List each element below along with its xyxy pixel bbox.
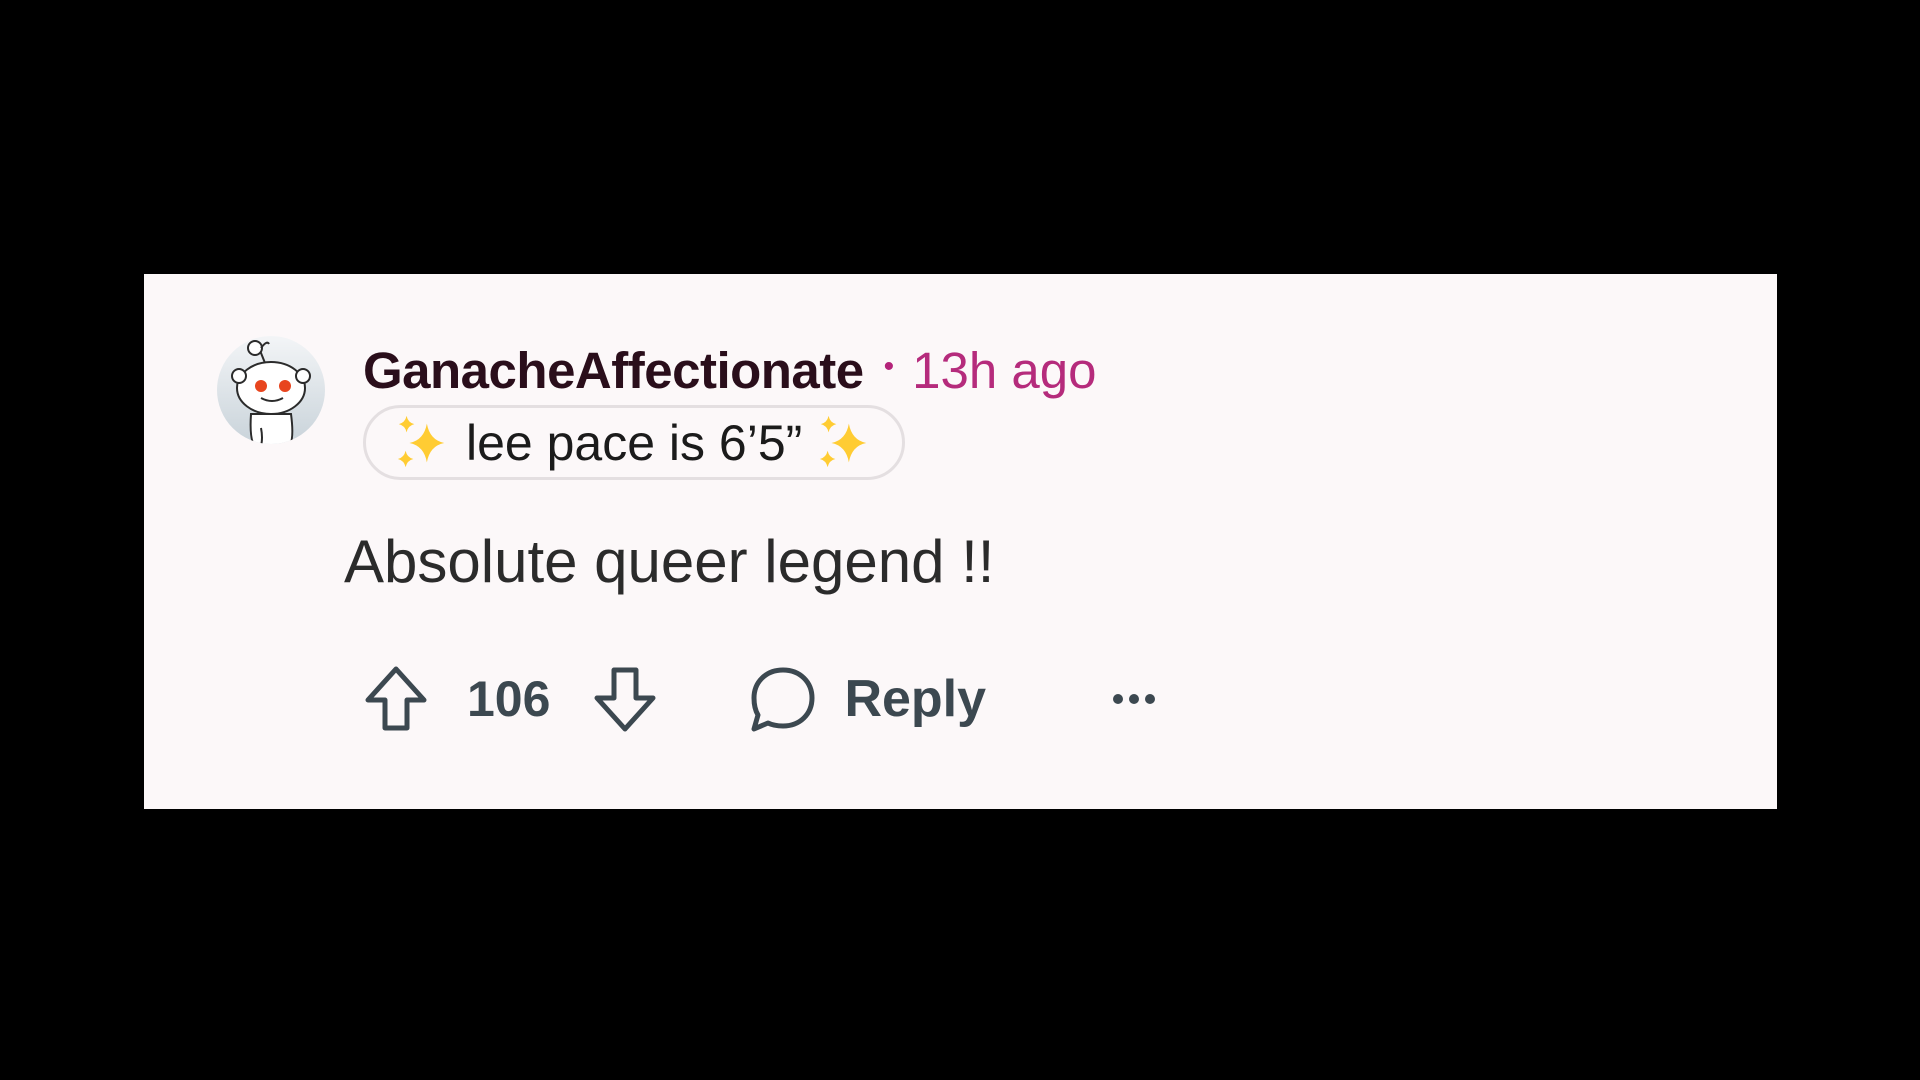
username-link[interactable]: GanacheAffectionate bbox=[363, 341, 864, 400]
comment-card: GanacheAffectionate • 13h ago lee pace i… bbox=[144, 274, 1777, 809]
avatar[interactable] bbox=[217, 336, 325, 444]
downvote-icon[interactable] bbox=[592, 664, 658, 734]
separator-dot: • bbox=[883, 350, 895, 383]
comment-header: GanacheAffectionate • 13h ago bbox=[363, 340, 1097, 400]
reply-label: Reply bbox=[844, 670, 987, 728]
flair-text: lee pace is 6’5” bbox=[466, 414, 803, 471]
speech-bubble-icon bbox=[751, 667, 815, 732]
timestamp: 13h ago bbox=[912, 341, 1097, 399]
snoo-avatar-icon bbox=[217, 336, 325, 444]
more-options-icon[interactable] bbox=[1110, 691, 1158, 707]
comment-body: Absolute queer legend !! bbox=[344, 528, 995, 595]
sparkles-icon bbox=[397, 415, 445, 467]
reply-button[interactable]: Reply bbox=[748, 664, 986, 734]
sparkles-icon bbox=[820, 415, 867, 467]
upvote-icon[interactable] bbox=[363, 664, 429, 734]
vote-count: 106 bbox=[467, 671, 551, 727]
user-flair: lee pace is 6’5” bbox=[363, 405, 906, 480]
comment-actions: 106 Reply bbox=[363, 659, 1158, 739]
